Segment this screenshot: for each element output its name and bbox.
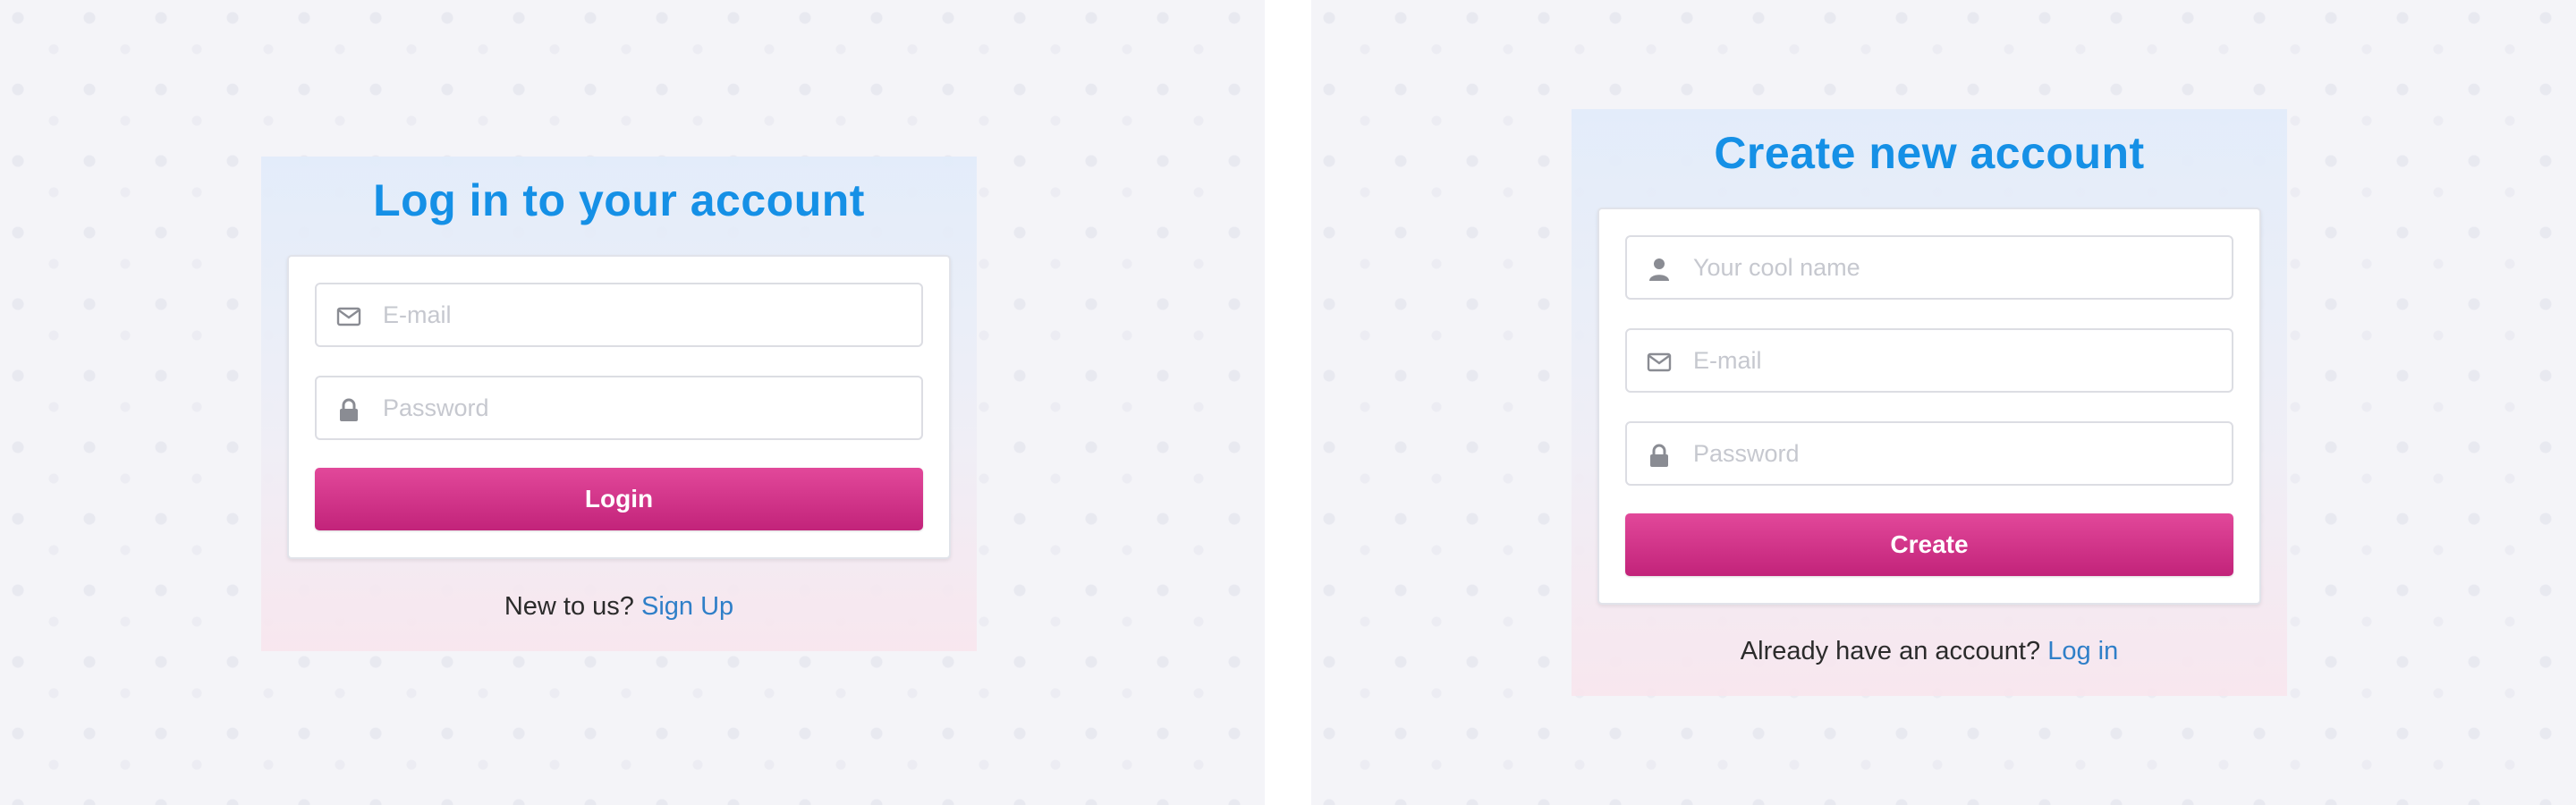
login-footer: New to us? Sign Up xyxy=(261,592,977,622)
login-email-field[interactable] xyxy=(315,283,923,347)
login-password-input[interactable] xyxy=(383,377,911,438)
user-icon xyxy=(1647,257,1672,282)
signup-card: Create new account Your cool name E-mail… xyxy=(1572,109,2287,696)
signup-name-input[interactable] xyxy=(1693,237,2221,298)
signup-title: Create new account xyxy=(1714,128,2145,178)
login-email-input[interactable] xyxy=(383,284,911,345)
signup-email-input[interactable] xyxy=(1693,330,2221,391)
signup-form: Create xyxy=(1597,208,2261,605)
login-footer-text: New to us? xyxy=(504,592,641,621)
login-card: Log in to your account E-mail Login New … xyxy=(261,157,977,651)
lock-icon xyxy=(336,397,361,422)
signup-name-field[interactable] xyxy=(1625,235,2233,300)
envelope-icon xyxy=(1647,350,1672,375)
signup-email-field[interactable] xyxy=(1625,328,2233,393)
login-title: Log in to your account xyxy=(373,175,865,225)
login-password-field[interactable] xyxy=(315,376,923,440)
signup-password-field[interactable] xyxy=(1625,421,2233,486)
create-button[interactable]: Create xyxy=(1625,513,2233,576)
signup-footer-text: Already have an account? xyxy=(1740,637,2048,665)
log-in-link[interactable]: Log in xyxy=(2047,637,2118,665)
sign-up-link[interactable]: Sign Up xyxy=(641,592,733,621)
envelope-icon xyxy=(336,304,361,329)
signup-password-input[interactable] xyxy=(1693,423,2221,484)
lock-icon xyxy=(1647,443,1672,468)
signup-footer: Already have an account? Log in xyxy=(1572,637,2287,666)
login-panel: Log in to your account E-mail Login New … xyxy=(0,0,1265,805)
login-form: Login xyxy=(287,255,951,559)
login-button[interactable]: Login xyxy=(315,468,923,530)
